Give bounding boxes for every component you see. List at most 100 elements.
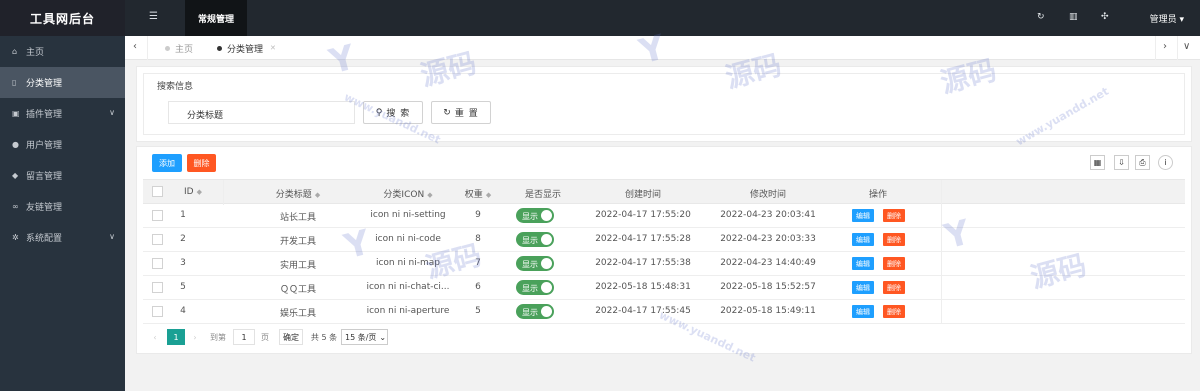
- columns-filter-icon[interactable]: ▦: [1090, 155, 1105, 170]
- chevron-down-icon: ∨: [109, 232, 115, 241]
- page-size-select[interactable]: 15 条/页 ⌄: [341, 329, 388, 345]
- table-row: 5 ＱＱ工具 icon ni ni-chat-ci... 6 显示 2022-0…: [143, 276, 1185, 300]
- search-legend: 搜索信息: [157, 82, 194, 92]
- refresh-icon[interactable]: ↻: [1037, 12, 1045, 22]
- sidebar-item-home[interactable]: ⌂ 主页: [0, 36, 125, 67]
- delete-button[interactable]: 删除: [883, 257, 905, 270]
- tabs-left-arrow-icon[interactable]: ‹: [133, 41, 137, 52]
- cell-title: 站长工具: [279, 213, 316, 223]
- table-row: 2 开发工具 icon ni ni-code 8 显示 2022-04-17 1…: [143, 228, 1185, 252]
- export-icon[interactable]: ⇩: [1114, 155, 1129, 170]
- search-panel: 搜索信息 分类标题 ⚲ 搜 索 ↻ 重 置: [136, 66, 1192, 142]
- delete-button[interactable]: 删除: [883, 281, 905, 294]
- cell-created: 2022-05-18 15:48:31: [595, 282, 691, 292]
- show-toggle[interactable]: 显示: [516, 208, 554, 223]
- close-icon[interactable]: ✕: [270, 44, 276, 52]
- fullscreen-icon[interactable]: ✣: [1101, 12, 1109, 22]
- delete-button[interactable]: 删除: [883, 233, 905, 246]
- row-checkbox[interactable]: [152, 282, 163, 293]
- tabs-right-arrow-icon[interactable]: ›: [1163, 41, 1167, 52]
- cell-created: 2022-04-17 17:55:20: [595, 210, 691, 220]
- delete-button[interactable]: 删除: [883, 209, 905, 222]
- sidebar-item-category[interactable]: ▯ 分类管理: [0, 67, 125, 98]
- search-icon: ⚲: [375, 107, 384, 118]
- batch-delete-button[interactable]: 删除: [187, 154, 216, 172]
- select-all-checkbox[interactable]: [152, 186, 163, 197]
- cell-created: 2022-04-17 17:55:28: [595, 234, 691, 244]
- add-button[interactable]: 添加: [152, 154, 182, 172]
- sidebar-item-label: 分类管理: [26, 79, 63, 89]
- sidebar-item-users[interactable]: ● 用户管理: [0, 129, 125, 160]
- app-logo-title[interactable]: 工具网后台: [0, 0, 125, 36]
- show-toggle[interactable]: 显示: [516, 280, 554, 295]
- header-id[interactable]: ID ◆: [163, 187, 223, 197]
- header-modified: 修改时间: [708, 187, 828, 200]
- print-icon[interactable]: ⎙: [1135, 155, 1150, 170]
- tab-category[interactable]: 分类管理 ✕: [217, 36, 276, 60]
- admin-menu[interactable]: 管理员 ▾: [1150, 12, 1184, 25]
- sidebar-item-links[interactable]: ∞ 友链管理: [0, 191, 125, 222]
- cogs-icon: ✲: [12, 233, 19, 242]
- header-label: 分类ICON: [383, 190, 425, 200]
- page-1-button[interactable]: 1: [167, 329, 185, 345]
- tabs-menu-chevron-icon[interactable]: ∨: [1183, 41, 1190, 52]
- show-toggle[interactable]: 显示: [516, 304, 554, 319]
- reset-button[interactable]: ↻ 重 置: [431, 101, 491, 124]
- edit-button[interactable]: 编辑: [852, 233, 874, 246]
- trash-icon[interactable]: ▥: [1069, 12, 1078, 22]
- delete-button[interactable]: 删除: [883, 305, 905, 318]
- row-checkbox[interactable]: [152, 258, 163, 269]
- row-checkbox[interactable]: [152, 234, 163, 245]
- row-checkbox[interactable]: [152, 210, 163, 221]
- header-label: 创建时间: [624, 190, 661, 200]
- edit-button[interactable]: 编辑: [852, 281, 874, 294]
- info-icon[interactable]: i: [1158, 155, 1173, 170]
- sidebar-item-messages[interactable]: ◆ 留言管理: [0, 160, 125, 191]
- cell-title: 开发工具: [279, 237, 316, 247]
- menu-toggle-icon[interactable]: ☰: [149, 11, 158, 22]
- column-divider: [223, 180, 224, 205]
- category-title-field[interactable]: 分类标题: [168, 101, 355, 124]
- cell-title: ＱＱ工具: [279, 285, 316, 295]
- header-title[interactable]: 分类标题 ◆: [243, 187, 353, 200]
- row-checkbox[interactable]: [152, 306, 163, 317]
- show-toggle[interactable]: 显示: [516, 256, 554, 271]
- caret-down-icon: ▾: [1179, 15, 1184, 25]
- header-label: 权重: [464, 190, 483, 200]
- sidebar-item-label: 插件管理: [26, 110, 63, 120]
- sidebar-item-label: 主页: [26, 48, 45, 58]
- top-nav-tab[interactable]: 常规管理: [185, 0, 247, 36]
- page-unit-label: 页: [261, 332, 269, 342]
- show-toggle[interactable]: 显示: [516, 232, 554, 247]
- cell-title: 实用工具: [279, 261, 316, 271]
- cell-weight: 7: [475, 258, 481, 268]
- header-actions: 操作: [848, 187, 908, 200]
- tab-home[interactable]: 主页: [165, 36, 193, 60]
- tabs-divider: [1155, 36, 1156, 60]
- cell-weight: 6: [475, 282, 481, 292]
- goto-page-input[interactable]: 1: [233, 329, 255, 345]
- cell-modified: 2022-04-23 20:03:33: [720, 234, 816, 244]
- edit-button[interactable]: 编辑: [852, 305, 874, 318]
- toggle-knob: [541, 258, 552, 269]
- toggle-label: 显示: [522, 260, 538, 269]
- edit-button[interactable]: 编辑: [852, 209, 874, 222]
- header-label: 是否显示: [524, 190, 561, 200]
- goto-confirm-button[interactable]: 确定: [279, 329, 303, 345]
- cell-id: 2: [180, 234, 186, 244]
- sort-icon: ◆: [314, 191, 321, 199]
- edit-button[interactable]: 编辑: [852, 257, 874, 270]
- cell-modified: 2022-04-23 20:03:41: [720, 210, 816, 220]
- search-button[interactable]: ⚲ 搜 索: [363, 101, 423, 124]
- toggle-knob: [541, 306, 552, 317]
- sidebar-item-plugins[interactable]: ▣ 插件管理 ∨: [0, 98, 125, 129]
- prev-page-icon[interactable]: ‹: [149, 329, 161, 345]
- sidebar-item-label: 系统配置: [26, 234, 63, 244]
- toggle-label: 显示: [522, 236, 538, 245]
- admin-label: 管理员: [1149, 15, 1177, 25]
- tabs-divider: [147, 36, 148, 60]
- sidebar-item-system[interactable]: ✲ 系统配置 ∨: [0, 222, 125, 253]
- cell-weight: 9: [475, 210, 481, 220]
- next-page-icon[interactable]: ›: [189, 329, 201, 345]
- cell-id: 4: [180, 306, 186, 316]
